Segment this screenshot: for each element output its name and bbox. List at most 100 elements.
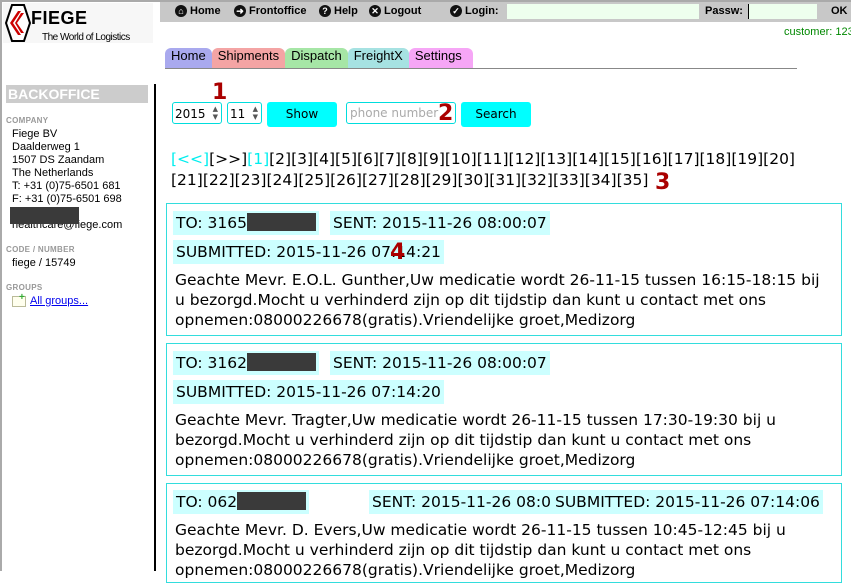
code-value: fiege / 15749 — [12, 257, 76, 269]
pager-page[interactable]: [29] — [426, 171, 458, 189]
show-button[interactable]: Show — [267, 102, 337, 127]
sidebar-divider — [154, 84, 156, 571]
pager-page[interactable]: [7] — [379, 150, 401, 168]
tab-freightx[interactable]: FreightX — [347, 48, 409, 68]
message-submitted: SUBMITTED: 2015-11-26 07:14:20 — [173, 380, 444, 404]
nav-frontoffice[interactable]: ➜ Frontoffice — [234, 5, 306, 17]
message-submitted: SUBMITTED: 2015-11-26 07:14:06 — [552, 490, 823, 514]
password-input[interactable] — [748, 4, 817, 19]
nav-help[interactable]: ? Help — [319, 5, 358, 17]
login-label-text: Login: — [465, 5, 499, 17]
pager-page[interactable]: [25] — [298, 171, 330, 189]
tab-home[interactable]: Home — [165, 48, 212, 68]
company-name: Fiege BV — [12, 128, 58, 140]
message-text: Geachte Mevr. E.O.L. Gunther,Uw medicati… — [175, 271, 820, 329]
fiege-logo[interactable]: FIEGE The World of Logistics — [3, 3, 153, 43]
pager-page[interactable]: [11] — [477, 150, 509, 168]
pager-page[interactable]: [27] — [362, 171, 394, 189]
pager-page[interactable]: [34] — [585, 171, 617, 189]
message-text: Geachte Mevr. Tragter,Uw medicatie wordt… — [175, 411, 777, 469]
message-card: TO: 3165 SENT: 2015-11-26 08:00:07 SUBMI… — [166, 203, 842, 336]
pager-current[interactable]: [1] — [247, 150, 269, 168]
pager-page[interactable]: [35] — [617, 171, 649, 189]
pager-page[interactable]: [17] — [668, 150, 700, 168]
customer-id: customer: 1234 — [784, 26, 851, 38]
redacted-number — [247, 353, 316, 371]
pager-page[interactable]: [21] — [171, 171, 203, 189]
pager-page[interactable]: [32] — [521, 171, 553, 189]
pager-next[interactable]: [>>] — [209, 150, 247, 168]
pager-page[interactable]: [12] — [509, 150, 541, 168]
pager-page[interactable]: [26] — [330, 171, 362, 189]
all-groups-link[interactable]: All groups... — [30, 295, 88, 308]
pager-page[interactable]: [2] — [269, 150, 291, 168]
left-border — [0, 0, 2, 571]
annotation-4: 4 — [390, 240, 406, 265]
pager-page[interactable]: [6] — [357, 150, 379, 168]
year-value: 2015 — [175, 107, 206, 121]
passw-label: Passw: — [705, 5, 743, 17]
code-label: CODE / NUMBER — [6, 245, 75, 254]
pager-page[interactable]: [31] — [489, 171, 521, 189]
company-info: Fiege BV Daalderweg 1 1507 DS Zaandam Th… — [10, 128, 148, 232]
company-country: The Netherlands — [12, 167, 94, 179]
year-stepper[interactable]: 2015 ▲ ▼ — [172, 102, 222, 124]
nav-logout-label: Logout — [384, 5, 422, 17]
pager-page[interactable]: [18] — [700, 150, 732, 168]
pager-page[interactable]: [24] — [266, 171, 298, 189]
help-icon: ? — [319, 5, 331, 17]
pager-prev[interactable]: [<<] — [171, 150, 209, 168]
login-label: ✓ Login: — [450, 5, 499, 17]
pager-page[interactable]: [30] — [457, 171, 489, 189]
annotation-1: 1 — [212, 80, 228, 105]
fiege-logo-icon — [5, 4, 31, 42]
nav-frontoffice-label: Frontoffice — [249, 5, 307, 17]
message-text: Geachte Mevr. D. Evers,Uw medicatie word… — [175, 521, 786, 579]
company-label: COMPANY — [6, 116, 49, 125]
sidebar: BACKOFFICE COMPANY Fiege BV Daalderweg 1… — [6, 85, 148, 308]
pager-page[interactable]: [15] — [604, 150, 636, 168]
pager-page[interactable]: [16] — [636, 150, 668, 168]
pager-page[interactable]: [13] — [540, 150, 572, 168]
nav-home-label: Home — [190, 5, 221, 17]
redacted-block — [10, 207, 79, 224]
stepper-arrows-icon[interactable]: ▲ ▼ — [213, 105, 218, 121]
pager-page[interactable]: [33] — [553, 171, 585, 189]
pager-page[interactable]: [5] — [335, 150, 357, 168]
logo-name: FIEGE — [31, 8, 88, 28]
pager-page[interactable]: [10] — [445, 150, 477, 168]
tab-shipments[interactable]: Shipments — [211, 48, 286, 68]
message-to: TO: 062 — [173, 490, 310, 514]
pager-page[interactable]: [28] — [394, 171, 426, 189]
annotation-2: 2 — [438, 101, 454, 126]
nav-home[interactable]: ⌂ Home — [175, 5, 221, 17]
pager-page[interactable]: [23] — [235, 171, 267, 189]
pager-page[interactable]: [4] — [313, 150, 335, 168]
pager-page[interactable]: [9] — [423, 150, 445, 168]
message-card: TO: 3162 SENT: 2015-11-26 08:00:07 SUBMI… — [166, 343, 842, 476]
top-navbar: ⌂ Home ➜ Frontoffice ? Help ✕ Logout ✓ Login:… — [160, 2, 851, 22]
search-button[interactable]: Search — [461, 102, 531, 127]
nav-logout[interactable]: ✕ Logout — [369, 5, 421, 17]
check-icon: ✓ — [450, 5, 462, 17]
pager-page[interactable]: [20] — [763, 150, 795, 168]
sidebar-title: BACKOFFICE — [6, 85, 148, 103]
pager-page[interactable]: [8] — [401, 150, 423, 168]
to-text: TO: 3162 — [176, 354, 247, 372]
ok-button[interactable]: OK — [831, 5, 848, 17]
lock-icon: ⌂ — [175, 5, 187, 17]
tab-dispatch[interactable]: Dispatch — [285, 48, 348, 68]
pager-page[interactable]: [14] — [572, 150, 604, 168]
folder-add-icon: + — [12, 292, 26, 307]
login-input[interactable] — [507, 4, 699, 19]
close-icon: ✕ — [369, 5, 381, 17]
groups-row: + All groups... — [12, 292, 148, 308]
month-stepper[interactable]: 11 ▲ ▼ — [227, 102, 262, 124]
pager-page[interactable]: [3] — [291, 150, 313, 168]
redacted-number — [247, 213, 316, 231]
tab-settings[interactable]: Settings — [408, 48, 473, 68]
company-phone: T: +31 (0)75-6501 681 — [12, 180, 121, 192]
pager-page[interactable]: [19] — [731, 150, 763, 168]
pager-page[interactable]: [22] — [203, 171, 235, 189]
stepper-arrows-icon[interactable]: ▲ ▼ — [253, 105, 258, 121]
